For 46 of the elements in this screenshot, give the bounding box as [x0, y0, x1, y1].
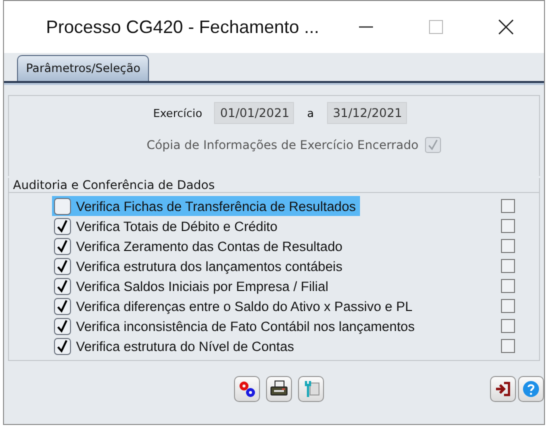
list-item[interactable]: Verifica Fichas de Transferência de Resultados: [52, 196, 360, 216]
checkbox[interactable]: [54, 278, 71, 294]
checkbox[interactable]: [54, 298, 71, 314]
close-icon[interactable]: [498, 19, 514, 35]
checkbox-label: Verifica inconsistência de Fato Contábil nos lançamentos: [76, 318, 415, 334]
help-icon: [522, 380, 540, 398]
checkbox-label: Verifica diferenças entre o Saldo do Ativo x Passivo e PL: [76, 298, 412, 314]
checkbox[interactable]: [54, 218, 71, 234]
checkbox-label: Verifica estrutura dos lançamentos contábeis: [76, 258, 342, 274]
window-title: Processo CG420 - Fechamento ...: [46, 16, 320, 38]
date-field[interactable]: 31/12/2021: [326, 102, 407, 124]
tab[interactable]: Parâmetros/Seleção: [17, 55, 150, 81]
checkbox[interactable]: [54, 198, 71, 214]
checkbox[interactable]: [54, 258, 71, 274]
checkbox-label: Cópia de Informações de Exercício Encerrado: [146, 138, 418, 152]
checkbox[interactable]: [54, 238, 71, 254]
exit-button[interactable]: [490, 376, 516, 402]
list-item[interactable]: Verifica Totais de Débito e Crédito: [52, 216, 282, 236]
checkbox-label: Verifica Saldos Iniciais por Empresa / Filial: [76, 278, 328, 294]
checkbox[interactable]: [501, 239, 515, 253]
checkbox[interactable]: [501, 279, 515, 293]
run-button[interactable]: [234, 376, 260, 402]
list-item[interactable]: Verifica inconsistência de Fato Contábil nos lançamentos: [52, 316, 419, 336]
list-item[interactable]: Verifica diferenças entre o Saldo do Ativo x Passivo e PL: [52, 296, 416, 316]
list-item[interactable]: Verifica Saldos Iniciais por Empresa / Filial: [52, 276, 332, 296]
list-item[interactable]: Verifica Zeramento das Contas de Resultado: [52, 236, 346, 256]
checkbox[interactable]: [54, 338, 71, 354]
checkbox[interactable]: [501, 219, 515, 233]
date-field[interactable]: 01/01/2021: [214, 102, 294, 124]
settings-button[interactable]: [298, 376, 324, 402]
print-button[interactable]: [266, 376, 292, 402]
checkbox[interactable]: [501, 199, 515, 213]
list-item[interactable]: Verifica estrutura dos lançamentos contábeis: [52, 256, 346, 276]
checkbox-label: Verifica estrutura do Nível de Contas: [76, 338, 294, 354]
checkbox[interactable]: [501, 319, 515, 333]
list-item[interactable]: Verifica estrutura do Nível de Contas: [52, 336, 298, 356]
exit-icon: [494, 380, 512, 398]
checkbox[interactable]: [501, 259, 515, 273]
checkbox-label: Verifica Zeramento das Contas de Resultado: [76, 238, 342, 254]
checkbox-label: Verifica Fichas de Transferência de Resultados: [76, 198, 356, 214]
checkbox[interactable]: [501, 299, 515, 313]
checkbox-label: Verifica Totais de Débito e Crédito: [76, 218, 278, 234]
checkbox[interactable]: [501, 339, 515, 353]
field-label: Exercício: [153, 106, 202, 120]
checkbox[interactable]: [54, 318, 71, 334]
separator-label: a: [307, 106, 314, 120]
